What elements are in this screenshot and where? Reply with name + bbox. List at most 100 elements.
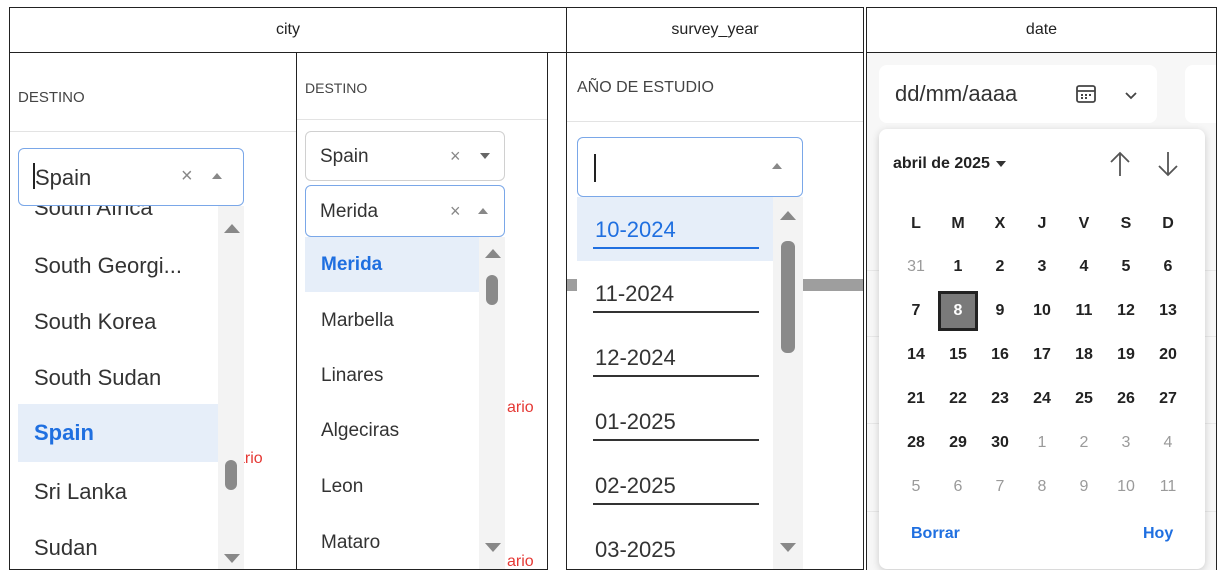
city-dropdown-list[interactable]: Merida Marbella Linares Algeciras Leon M… [305,237,505,569]
list-item[interactable]: Mataro [305,517,481,569]
country-select-collapsed[interactable]: Spain × [305,131,505,181]
scroll-thumb[interactable] [486,275,498,305]
chevron-down-icon[interactable] [480,153,490,159]
list-item-partial[interactable]: South Africa [18,206,220,228]
calendar-day[interactable]: 1 [941,250,975,284]
survey-year-select[interactable] [577,137,803,197]
calendar-day[interactable]: 7 [983,470,1017,504]
list-item[interactable]: South Korea [18,296,220,348]
calendar-icon[interactable] [1075,83,1097,105]
scroll-thumb[interactable] [225,460,237,490]
calendar-day[interactable]: 5 [899,470,933,504]
survey-year-dropdown-list[interactable]: 10-2024 11-2024 12-2024 01-2025 02-2025 … [577,197,803,569]
clear-icon[interactable]: × [450,146,461,167]
calendar-day[interactable]: 7 [899,294,933,328]
calendar-day[interactable]: 9 [1067,470,1101,504]
scroll-down-arrow-icon[interactable] [485,543,501,552]
calendar-day[interactable]: 17 [1025,338,1059,372]
calendar-day[interactable]: 25 [1067,382,1101,416]
list-item[interactable]: 01-2025 [577,389,773,453]
calendar-day[interactable]: 12 [1109,294,1143,328]
calendar-day[interactable]: 14 [899,338,933,372]
list-item[interactable]: South Sudan [18,352,220,404]
calendar-day[interactable]: 10 [1109,470,1143,504]
list-item[interactable]: Linares [305,350,481,402]
country-select[interactable]: Spain × [18,148,244,206]
list-item[interactable]: South Georgi... [18,240,220,292]
scroll-thumb[interactable] [781,241,795,353]
scroll-up-arrow-icon[interactable] [780,211,796,220]
adjacent-input[interactable] [1185,65,1216,123]
calendar-day[interactable]: 11 [1151,470,1185,504]
list-item-selected[interactable]: 10-2024 [577,197,773,261]
city-list-scrollbar[interactable] [479,237,505,569]
calendar-day[interactable]: 11 [1067,294,1101,328]
destino-label: DESTINO [18,89,85,106]
calendar-day[interactable]: 19 [1109,338,1143,372]
country-dropdown-list[interactable]: South Africa South Georgi... South Korea… [18,206,244,569]
calendar-day[interactable]: 6 [1151,250,1185,284]
scroll-up-arrow-icon[interactable] [485,249,501,258]
calendar-day[interactable]: 16 [983,338,1017,372]
calendar-day[interactable]: 3 [1109,426,1143,460]
list-item[interactable]: Leon [305,461,481,513]
calendar-day[interactable]: 3 [1025,250,1059,284]
list-item[interactable]: Sri Lanka [18,466,220,518]
calendar-day[interactable]: 30 [983,426,1017,460]
chevron-down-icon[interactable] [1123,87,1139,103]
scroll-down-arrow-icon[interactable] [224,554,240,563]
calendar-day[interactable]: 18 [1067,338,1101,372]
list-item[interactable]: 12-2024 [577,325,773,389]
list-item[interactable]: 11-2024 [577,261,773,325]
list-item-label: Spain [34,420,94,445]
today-button[interactable]: Hoy [1143,525,1173,543]
list-item-label: Mataro [321,532,381,553]
chevron-up-icon[interactable] [212,173,222,179]
background-error-text-2: ario [507,553,534,570]
chevron-up-icon[interactable] [478,208,488,214]
scroll-up-arrow-icon[interactable] [224,224,240,233]
date-input[interactable]: dd/mm/aaaa [879,65,1157,123]
calendar-day[interactable]: 23 [983,382,1017,416]
calendar-day[interactable]: 29 [941,426,975,460]
list-item-label: South Sudan [34,365,162,390]
calendar-day[interactable]: 1 [1025,426,1059,460]
calendar-day[interactable]: 2 [983,250,1017,284]
calendar-day[interactable]: 2 [1067,426,1101,460]
list-item[interactable]: Marbella [305,295,481,347]
calendar-day-selected[interactable]: 8 [938,291,978,331]
chevron-up-icon[interactable] [772,163,782,169]
list-item[interactable]: 03-2025 [577,517,773,569]
calendar-day[interactable]: 9 [983,294,1017,328]
calendar-day[interactable]: 5 [1109,250,1143,284]
calendar-day[interactable]: 22 [941,382,975,416]
list-item-label: 11-2024 [595,281,675,306]
calendar-day[interactable]: 21 [899,382,933,416]
calendar-day[interactable]: 15 [941,338,975,372]
calendar-day[interactable]: 10 [1025,294,1059,328]
calendar-day[interactable]: 4 [1151,426,1185,460]
calendar-day[interactable]: 6 [941,470,975,504]
scroll-down-arrow-icon[interactable] [780,543,796,552]
calendar-day[interactable]: 31 [899,250,933,284]
country-list-scrollbar[interactable] [218,206,244,569]
clear-icon[interactable]: × [450,201,461,222]
list-item-selected[interactable]: Merida [305,237,481,292]
city-select[interactable]: Merida × [305,185,505,237]
clear-icon[interactable]: × [181,165,193,188]
calendar-day[interactable]: 24 [1025,382,1059,416]
column-header-date: date [866,7,1217,53]
calendar-day[interactable]: 26 [1109,382,1143,416]
list-item[interactable]: 02-2025 [577,453,773,517]
calendar-day[interactable]: 13 [1151,294,1185,328]
clear-date-button[interactable]: Borrar [911,525,960,543]
list-item[interactable]: Algeciras [305,405,481,457]
calendar-day[interactable]: 4 [1067,250,1101,284]
calendar-day[interactable]: 28 [899,426,933,460]
calendar-day[interactable]: 8 [1025,470,1059,504]
list-item[interactable]: Sudan [18,522,220,569]
calendar-day[interactable]: 27 [1151,382,1185,416]
calendar-day[interactable]: 20 [1151,338,1185,372]
survey-year-list-scrollbar[interactable] [773,197,803,569]
list-item-selected[interactable]: Spain [18,404,220,462]
